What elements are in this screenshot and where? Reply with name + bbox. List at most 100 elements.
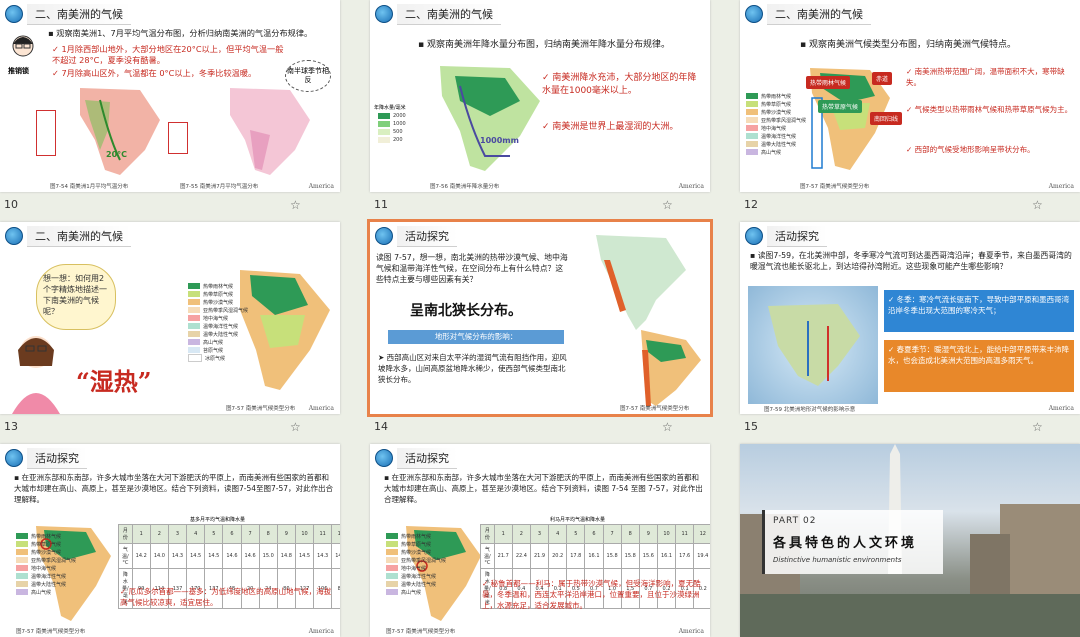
americas-climate-map: [596, 235, 701, 406]
intro-text: 读图 7-57，想一想，南北美洲的热带沙漠气候、地中海气候和温带海洋性气候，在空…: [376, 253, 568, 284]
thought-bubble: 想一想：如何用2个字精炼地描述一下南美洲的气候呢？: [36, 264, 116, 330]
footer-text: America: [678, 628, 704, 635]
slide-thumbnail-12[interactable]: 二、南美洲的气候 ▪ 观察南美洲气候类型分布图，归纳南美洲气候特点。 热带雨林气…: [740, 0, 1080, 192]
intro-text: ▪ 观察南美洲气候类型分布图，归纳南美洲气候特点。: [800, 40, 1016, 50]
slide-header: 二、南美洲的气候: [5, 3, 131, 25]
table-cell: 15.0: [258, 543, 278, 569]
section-subtitle: Distinctive humanistic environments: [773, 556, 902, 564]
figure-caption: 图7-57 南美洲气候类型分布: [16, 629, 86, 635]
slide-thumbnail-14[interactable]: 活动探究 读图 7-57，想一想，南北美洲的热带沙漠气候、地中海气候和温带海洋性…: [367, 219, 713, 417]
star-icon[interactable]: ☆: [662, 420, 673, 434]
table-cell: 6: [584, 524, 604, 544]
table-cell: 11: [675, 524, 695, 544]
slide-number: 13: [4, 420, 18, 433]
legend-item: 500: [378, 128, 406, 136]
globe-icon: [5, 227, 23, 245]
legend-item: 热带草原气候: [746, 100, 806, 108]
table-cell: 3: [529, 524, 550, 544]
figure-caption: 图7-57 南美洲气候类型分布: [386, 629, 456, 635]
figure-caption: 图7-59 北美洲地形对气候的影响示意: [764, 407, 856, 413]
legend-item: 苔原气候: [188, 346, 248, 354]
slide-number: 12: [744, 198, 758, 211]
table-cell: 8: [258, 524, 278, 544]
slide-title: 二、南美洲的气候: [767, 3, 871, 25]
globe-icon: [5, 449, 23, 467]
legend-item: 温带海洋性气候: [746, 132, 806, 140]
figure-caption: 图7-57 南美洲气候类型分布: [620, 406, 690, 412]
info-box-title: 地形对气候分布的影响：: [388, 330, 564, 344]
slide-thumbnail-10[interactable]: 二、南美洲的气候 ▪ 观察南美洲1、7月平均气温分布图，分析归纳南美洲的气温分布…: [0, 0, 340, 192]
globe-icon: [375, 449, 393, 467]
slide-thumbnail-17[interactable]: 活动探究 ▪ 在亚洲东部和东南部，许多大城市坐落在大河下游肥沃的平原上，而南美洲…: [370, 444, 710, 637]
intro-text: ▪ 在亚洲东部和东南部，许多大城市坐落在大河下游肥沃的平原上，而南美洲有些国家的…: [14, 473, 334, 504]
point-text: ✓ 气候类型以热带雨林气候和热带草原气候为主。: [906, 105, 1073, 114]
table-cell: 2: [149, 524, 169, 544]
legend-item: 温带大陆性气候: [16, 580, 76, 588]
legend-item: 热带沙漠气候: [188, 298, 248, 306]
isohyet-label: 1000mm: [480, 136, 519, 145]
table-cell: 4: [548, 524, 568, 544]
legend-item: 1000: [378, 120, 406, 128]
climate-tag: 热带草原气候: [818, 100, 863, 113]
legend-item: 温带海洋性气候: [16, 572, 76, 580]
star-icon[interactable]: ☆: [1032, 198, 1043, 212]
star-icon[interactable]: ☆: [290, 198, 301, 212]
equator-tag: 赤道: [872, 72, 893, 85]
slide-header: 二、南美洲的气候: [375, 3, 501, 25]
star-icon[interactable]: ☆: [662, 198, 673, 212]
table-cell: 15.6: [638, 543, 658, 569]
explain-text: ➤ 西部高山区对来自太平洋的湿润气流有阻挡作用，迎风坡降水多，山间高原盆地降水稀…: [378, 353, 567, 384]
legend-item: 亚热带季风湿润气候: [386, 556, 446, 564]
point-text: ✓ 西部的气候受地形影响呈带状分布。: [906, 145, 1035, 154]
slide-number: 14: [374, 420, 388, 433]
handwritten-answer: 呈南北狭长分布。: [410, 303, 522, 319]
legend-item: 地中海气候: [746, 124, 806, 132]
legend-item: 热带雨林气候: [746, 92, 806, 100]
table-cell: 16.1: [584, 543, 604, 569]
star-icon[interactable]: ☆: [1032, 420, 1043, 434]
legend-item: 温带海洋性气候: [188, 322, 248, 330]
point-text: ✓ 南美洲热带范围广阔，温带面积不大，寒带缺失。: [906, 67, 1065, 87]
table-cell: 14.5: [186, 543, 206, 569]
table-cell: 7: [602, 524, 622, 544]
table-cell: 21.9: [529, 543, 550, 569]
slide-thumbnail-18[interactable]: PART 02 各具特色的人文环境 Distinctive humanistic…: [740, 444, 1080, 637]
star-icon[interactable]: ☆: [290, 420, 301, 434]
table-cell: 14.6: [240, 543, 260, 569]
slide-title: 活动探究: [397, 447, 457, 469]
table-cell: 14.3: [167, 543, 188, 569]
legend-title: 年降水量/毫米: [374, 105, 406, 111]
footer-text: America: [308, 405, 334, 412]
slide-title: 活动探究: [767, 225, 827, 247]
slide-thumbnail-11[interactable]: 二、南美洲的气候 ▪ 观察南美洲年降水量分布图，归纳南美洲年降水量分布规律。 1…: [370, 0, 710, 192]
figure-caption: 图7-54 南美洲1月平均气温分布: [50, 184, 129, 190]
table-cell: 16.1: [656, 543, 677, 569]
temp-legend-box: [36, 110, 56, 156]
point-text: ✓ 秘鲁首都——利马：属于热带沙漠气候，但受海洋影响，夏无酷暑，冬季温和，西连太…: [482, 579, 701, 610]
table-cell: 14.0: [149, 543, 169, 569]
table-cell: 3: [167, 524, 188, 544]
precipitation-map: [440, 66, 540, 171]
table-cell: 12: [693, 524, 710, 544]
table-cell: 4: [186, 524, 206, 544]
spring-effect-box: ✓ 春夏季节：暖湿气流北上，能给中部平原带来丰沛降水，也会造成北美洲大范围的高温…: [884, 340, 1074, 392]
figure-caption: 图7-57 南美洲气候类型分布: [226, 406, 296, 412]
slide-number-row: 12 ☆: [744, 198, 1080, 214]
table-cell: 月份: [118, 524, 133, 544]
table-cell: 17.8: [566, 543, 586, 569]
section-heading: 各具特色的人文环境: [773, 536, 918, 551]
legend-item: 热带沙漠气候: [386, 548, 446, 556]
table-title: 利马月平均气温和降水量: [550, 517, 606, 523]
slide-thumbnail-15[interactable]: 活动探究 ▪ 读图7-59，在北美洲中部，冬季寒冷气流可到达墨西哥湾沿岸；春夏季…: [740, 222, 1080, 414]
point-text: ✓ 南美洲是世界上最湿润的大洲。: [542, 122, 679, 132]
legend: 热带雨林气候 热带草原气候 热带沙漠气候 亚热带季风湿润气候 地中海气候 温带海…: [386, 532, 446, 596]
footer-text: America: [1048, 183, 1074, 190]
legend-item: 地中海气候: [386, 564, 446, 572]
slide-number: 15: [744, 420, 758, 433]
table-cell: 15.8: [602, 543, 622, 569]
slide-thumbnail-16[interactable]: 活动探究 ▪ 在亚洲东部和东南部，许多大城市坐落在大河下游肥沃的平原上，而南美洲…: [0, 444, 340, 637]
slide-thumbnail-13[interactable]: 二、南美洲的气候 想一想：如何用2个字精炼地描述一下南美洲的气候呢？ “湿热” …: [0, 222, 340, 414]
part-label: PART 02: [773, 516, 817, 526]
intro-text: ▪ 观察南美洲年降水量分布图，归纳南美洲年降水量分布规律。: [418, 40, 670, 50]
slide-header: 二、南美洲的气候: [5, 225, 131, 247]
